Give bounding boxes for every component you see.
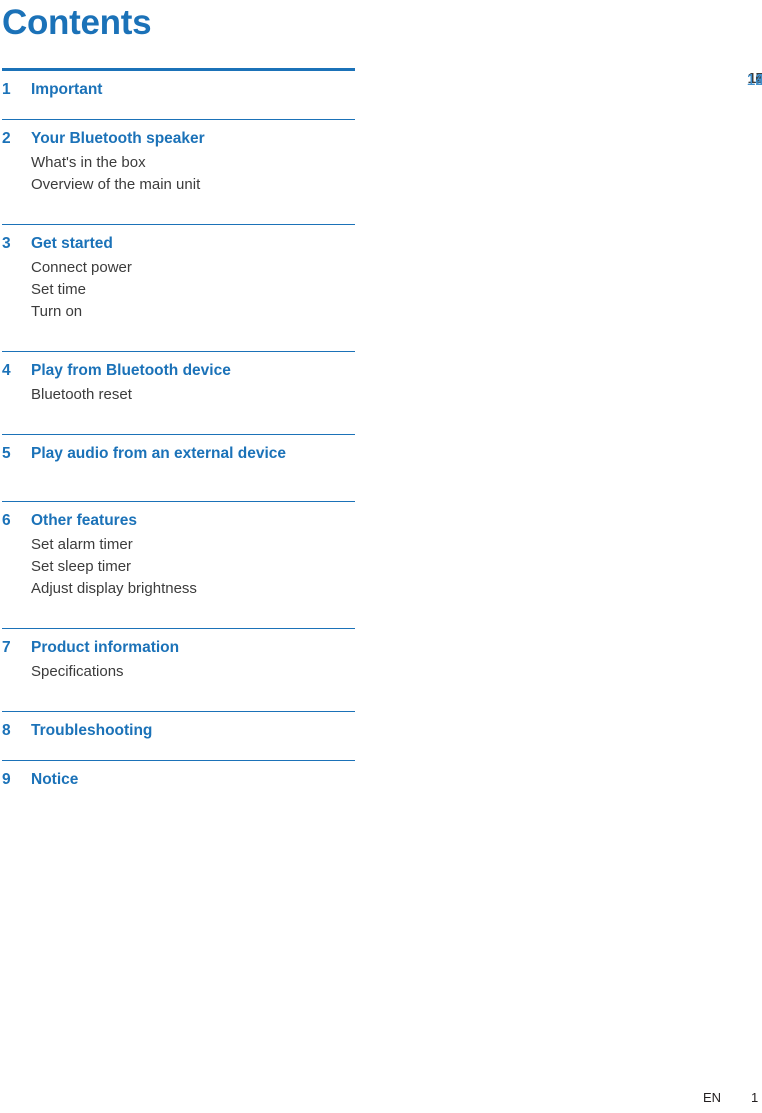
page-title: Contents — [2, 3, 152, 42]
toc-chapter-page-number: 14 — [746, 72, 762, 89]
toc-group: 9 Notice 14 — [2, 72, 762, 809]
footer-language-code: EN — [703, 1090, 722, 1105]
document-page: Contents 1 Important 2 2 Your Bluetooth spea… — [0, 0, 762, 1113]
page-footer: EN 1 — [0, 1089, 762, 1109]
toc-chapter-row[interactable]: 9 Notice 14 — [2, 72, 762, 793]
footer-page-number: 1 — [751, 1090, 759, 1105]
table-of-contents: 1 Important 2 2 Your Bluetooth speaker 3 What'… — [2, 68, 762, 809]
